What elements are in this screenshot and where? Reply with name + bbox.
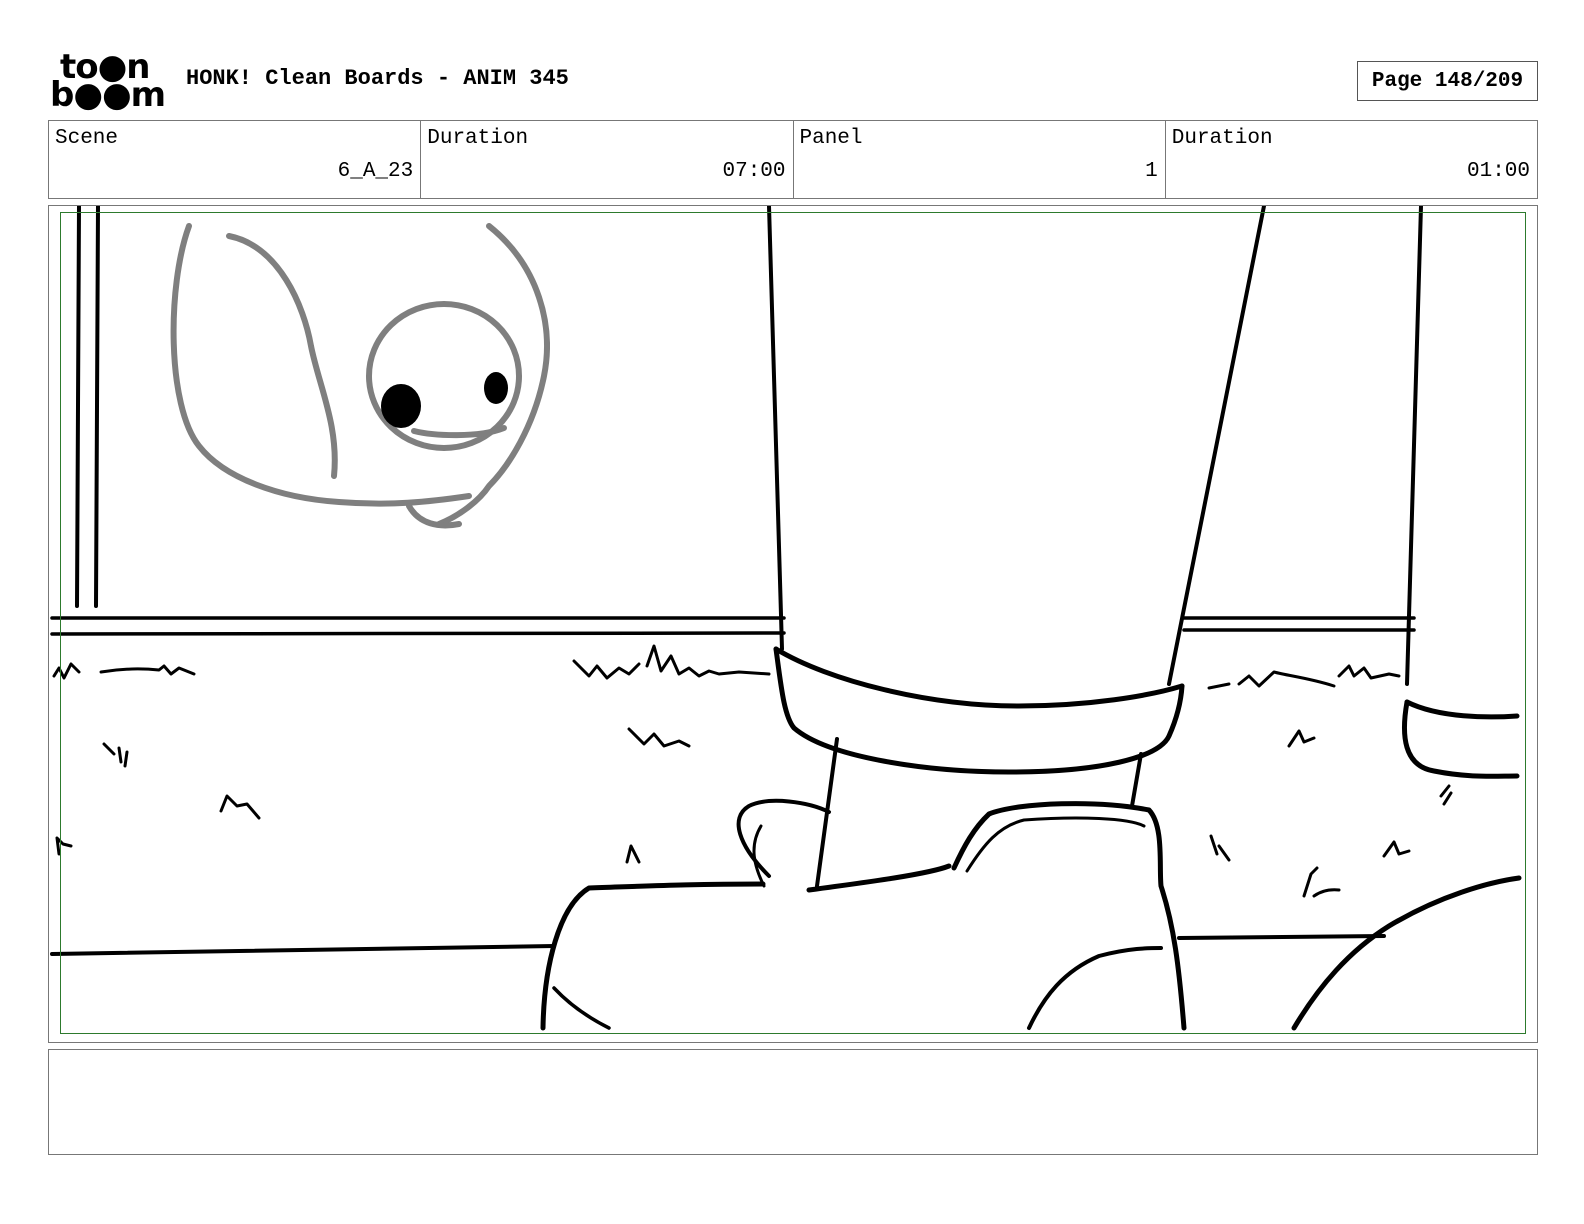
shoe-outline <box>806 863 952 893</box>
curb-line <box>1177 934 1386 940</box>
panel-label: Panel <box>799 127 863 150</box>
scene-info-table: Scene 6_A_23 Duration 07:00 Panel 1 Dura… <box>48 120 1538 199</box>
scene-label: Scene <box>55 127 119 150</box>
goose-eye <box>381 384 421 428</box>
scene-value: 6_A_23 <box>337 160 414 183</box>
scene-duration-cell: Duration 07:00 <box>421 121 794 198</box>
panel-notes-box <box>48 1049 1538 1155</box>
curb-line <box>50 944 556 956</box>
panel-duration-value: 01:00 <box>1466 160 1530 183</box>
panel-value: 1 <box>1145 160 1158 183</box>
goose-eye <box>484 372 508 404</box>
panel-cell: Panel 1 <box>794 121 1166 198</box>
pole-line <box>75 206 81 608</box>
pant-leg <box>767 206 784 651</box>
scene-duration-value: 07:00 <box>722 160 786 183</box>
scene-duration-label: Duration <box>427 127 529 150</box>
shoe-outline <box>951 801 1187 1031</box>
shoe-outline <box>552 986 611 1030</box>
page-indicator: Page 148/209 <box>1357 61 1538 101</box>
storyboard-panel <box>48 205 1538 1043</box>
logo-line-2: b●●m <box>50 75 166 115</box>
shoe-outline <box>965 816 1146 873</box>
pant-cuff-right <box>1404 699 1520 720</box>
document-title: HONK! Clean Boards - ANIM 345 <box>186 66 569 91</box>
pole-line <box>94 206 100 608</box>
pant-leg <box>1167 206 1266 686</box>
fence-rail <box>50 631 786 636</box>
shoe-outline <box>736 798 831 878</box>
shoe-outline-right <box>1291 875 1522 1031</box>
pant-cuff <box>773 646 1185 709</box>
shoe-outline <box>1027 946 1163 1030</box>
sock-line <box>1130 752 1143 808</box>
scene-cell: Scene 6_A_23 <box>49 121 422 198</box>
toon-boom-logo: to●n b●●m <box>50 50 166 115</box>
panel-duration-cell: Duration 01:00 <box>1166 121 1537 198</box>
pant-leg-right <box>1405 206 1423 686</box>
shoe-outline <box>752 824 766 888</box>
panel-drawing <box>50 206 1522 1031</box>
panel-duration-label: Duration <box>1171 127 1273 150</box>
